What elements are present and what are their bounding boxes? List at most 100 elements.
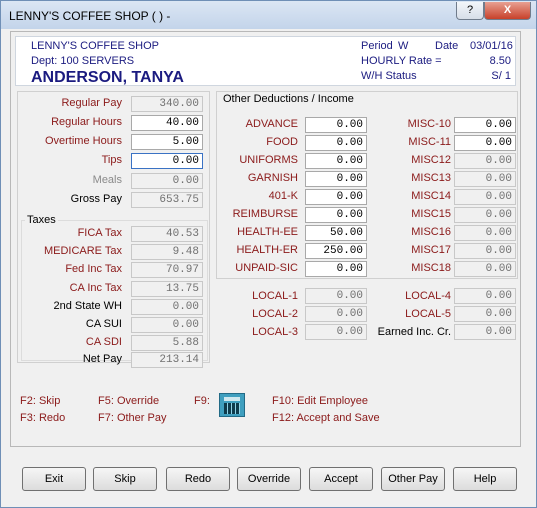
deduction-field[interactable]: 0.00 bbox=[454, 189, 516, 205]
deduction-label: HEALTH-ER bbox=[236, 244, 298, 256]
deduction-field[interactable]: 0.00 bbox=[305, 189, 367, 205]
deduction-label: HEALTH-EE bbox=[237, 226, 298, 238]
wh-status-label: W/H Status bbox=[361, 70, 417, 82]
deduction-field[interactable]: 0.00 bbox=[454, 135, 516, 151]
deduction-field[interactable]: 0.00 bbox=[454, 261, 516, 277]
local-5-field[interactable]: 0.00 bbox=[454, 306, 516, 322]
accept-button[interactable]: Accept bbox=[309, 467, 373, 491]
date-label: Date bbox=[435, 40, 459, 52]
gross-pay-label: Gross Pay bbox=[70, 193, 122, 205]
local-1-label: LOCAL-1 bbox=[252, 290, 298, 302]
employee-name: ANDERSON, TANYA bbox=[31, 69, 184, 86]
f7-other-pay-hint: F7: Other Pay bbox=[98, 412, 167, 424]
deduction-field[interactable]: 250.00 bbox=[305, 243, 367, 259]
medicare-tax-field[interactable]: 9.48 bbox=[131, 244, 203, 260]
employee-header: LENNY'S COFFEE SHOP Dept: 100 SERVERS AN… bbox=[15, 36, 516, 86]
ca-inc-tax-field[interactable]: 13.75 bbox=[131, 281, 203, 297]
redo-button[interactable]: Redo bbox=[166, 467, 230, 491]
deduction-label: UNIFORMS bbox=[239, 154, 298, 166]
medicare-tax-label: MEDICARE Tax bbox=[43, 245, 122, 257]
deduction-field[interactable]: 0.00 bbox=[454, 225, 516, 241]
fed-inc-tax-field[interactable]: 70.97 bbox=[131, 262, 203, 278]
regular-hours-label: Regular Hours bbox=[51, 116, 122, 128]
local-3-field[interactable]: 0.00 bbox=[305, 324, 367, 340]
meals-field[interactable]: 0.00 bbox=[131, 173, 203, 189]
fica-tax-field[interactable]: 40.53 bbox=[131, 226, 203, 242]
deduction-label: MISC14 bbox=[411, 190, 451, 202]
hourly-rate-label: HOURLY Rate = bbox=[361, 55, 442, 67]
local-4-field[interactable]: 0.00 bbox=[454, 288, 516, 304]
local-2-label: LOCAL-2 bbox=[252, 308, 298, 320]
hourly-rate-value: 8.50 bbox=[489, 55, 511, 67]
deduction-label: MISC-10 bbox=[407, 118, 451, 130]
main-panel: LENNY'S COFFEE SHOP Dept: 100 SERVERS AN… bbox=[10, 31, 521, 447]
regular-hours-field[interactable]: 40.00 bbox=[131, 115, 203, 131]
ca-sdi-field[interactable]: 5.88 bbox=[131, 335, 203, 351]
exit-button[interactable]: Exit bbox=[22, 467, 86, 491]
deduction-field[interactable]: 0.00 bbox=[305, 207, 367, 223]
local-1-field[interactable]: 0.00 bbox=[305, 288, 367, 304]
meals-label: Meals bbox=[92, 174, 122, 186]
second-state-wh-label: 2nd State WH bbox=[53, 300, 122, 312]
deduction-label: REIMBURSE bbox=[232, 208, 298, 220]
deduction-field[interactable]: 0.00 bbox=[454, 207, 516, 223]
overtime-hours-field[interactable]: 5.00 bbox=[131, 134, 203, 150]
local-3-label: LOCAL-3 bbox=[252, 326, 298, 338]
deduction-field[interactable]: 0.00 bbox=[305, 261, 367, 277]
deduction-label: MISC12 bbox=[411, 154, 451, 166]
skip-button[interactable]: Skip bbox=[93, 467, 157, 491]
deduction-field[interactable]: 0.00 bbox=[305, 117, 367, 133]
fica-tax-label: FICA Tax bbox=[77, 227, 122, 239]
other-pay-button[interactable]: Other Pay bbox=[381, 467, 445, 491]
fed-inc-tax-label: Fed Inc Tax bbox=[65, 263, 122, 275]
overtime-hours-label: Overtime Hours bbox=[44, 135, 122, 147]
deduction-label: ADVANCE bbox=[245, 118, 298, 130]
deduction-field[interactable]: 0.00 bbox=[305, 153, 367, 169]
net-pay-field[interactable]: 213.14 bbox=[131, 352, 203, 368]
f2-skip-hint: F2: Skip bbox=[20, 395, 61, 407]
deduction-label: MISC13 bbox=[411, 172, 451, 184]
help-button[interactable]: Help bbox=[453, 467, 517, 491]
deduction-field[interactable]: 0.00 bbox=[305, 171, 367, 187]
deduction-field[interactable]: 0.00 bbox=[454, 153, 516, 169]
payroll-entry-window: LENNY'S COFFEE SHOP ( ) - ? X LENNY'S CO… bbox=[0, 0, 537, 508]
taxes-group-label: Taxes bbox=[25, 214, 58, 226]
f10-edit-employee-hint: F10: Edit Employee bbox=[272, 395, 368, 407]
calculator-icon[interactable] bbox=[219, 393, 245, 417]
deduction-label: MISC16 bbox=[411, 226, 451, 238]
tips-field[interactable]: 0.00 bbox=[131, 153, 203, 169]
deduction-field[interactable]: 0.00 bbox=[305, 135, 367, 151]
tips-label: Tips bbox=[101, 154, 122, 166]
local-4-label: LOCAL-4 bbox=[405, 290, 451, 302]
earned-inc-cr-label: Earned Inc. Cr. bbox=[377, 326, 451, 338]
deduction-label: GARNISH bbox=[247, 172, 298, 184]
deduction-label: FOOD bbox=[266, 136, 298, 148]
company-name: LENNY'S COFFEE SHOP bbox=[31, 40, 160, 52]
deduction-field[interactable]: 0.00 bbox=[454, 171, 516, 187]
deduction-label: MISC15 bbox=[411, 208, 451, 220]
f3-redo-hint: F3: Redo bbox=[20, 412, 66, 424]
period-value: W bbox=[398, 40, 409, 52]
second-state-wh-field[interactable]: 0.00 bbox=[131, 299, 203, 315]
net-pay-label: Net Pay bbox=[82, 353, 122, 365]
gross-pay-field[interactable]: 653.75 bbox=[131, 192, 203, 208]
earned-inc-cr-field[interactable]: 0.00 bbox=[454, 324, 516, 340]
deduction-label: MISC18 bbox=[411, 262, 451, 274]
regular-pay-field[interactable]: 340.00 bbox=[131, 96, 203, 112]
other-deductions-label: Other Deductions / Income bbox=[221, 93, 356, 105]
deduction-field[interactable]: 0.00 bbox=[454, 243, 516, 259]
override-button[interactable]: Override bbox=[237, 467, 301, 491]
date-value: 03/01/16 bbox=[470, 40, 513, 52]
title-bar[interactable]: LENNY'S COFFEE SHOP ( ) - ? X bbox=[1, 1, 536, 29]
ca-sui-field[interactable]: 0.00 bbox=[131, 317, 203, 333]
regular-pay-label: Regular Pay bbox=[61, 97, 122, 109]
deduction-label: 401-K bbox=[268, 190, 298, 202]
deduction-label: MISC-11 bbox=[408, 136, 451, 148]
deduction-field[interactable]: 0.00 bbox=[454, 117, 516, 133]
deduction-field[interactable]: 50.00 bbox=[305, 225, 367, 241]
local-2-field[interactable]: 0.00 bbox=[305, 306, 367, 322]
close-window-button[interactable]: X bbox=[484, 2, 531, 20]
help-title-button[interactable]: ? bbox=[456, 2, 484, 20]
ca-sdi-label: CA SDI bbox=[85, 336, 122, 348]
ca-sui-label: CA SUI bbox=[85, 318, 122, 330]
